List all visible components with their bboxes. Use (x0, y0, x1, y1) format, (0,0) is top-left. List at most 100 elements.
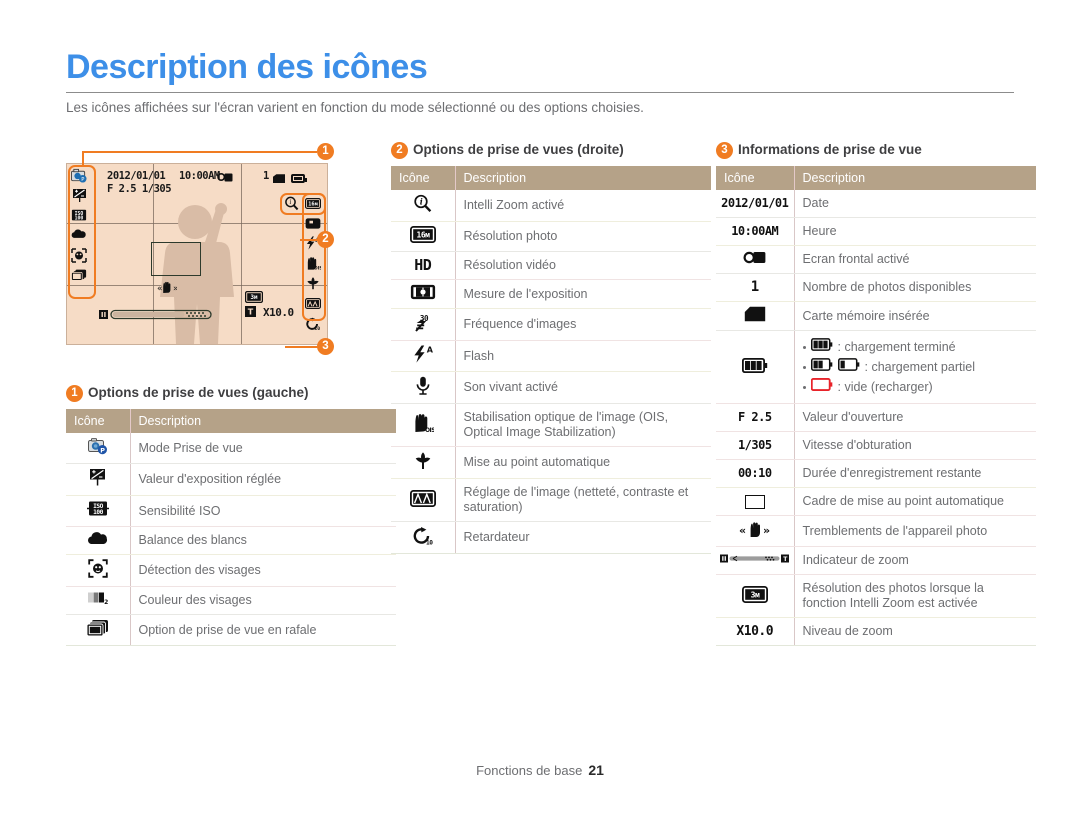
table-row: 10:00AM Heure (716, 217, 1036, 246)
row-description: Résolution vidéo (454, 251, 711, 280)
intelli-zoom-icon: i (391, 190, 455, 222)
table-shooting-options-left: Icône Description P Mode Prise de vue Va… (66, 409, 396, 646)
callout-badge-1: 1 (317, 143, 334, 160)
ois-icon: OIS (305, 256, 321, 271)
page-title: Description des icônes (66, 48, 428, 86)
front-display-icon (716, 245, 794, 274)
row-description: Son vivant activé (454, 371, 711, 404)
zoom-indicator-icon: T (716, 546, 794, 575)
memory-card-icon (273, 170, 285, 188)
battery-full-icon (810, 337, 833, 357)
svg-text:P: P (81, 177, 84, 183)
shutter-speed-text: 1/305 (716, 431, 794, 460)
intro-paragraph: Les icônes affichées sur l'écran varient… (66, 100, 644, 115)
lcd-tele-icon: T (245, 304, 256, 322)
macro-af-icon (391, 446, 455, 479)
intelli-zoom-res-icon: 3м (716, 574, 794, 618)
lcd-shot-count-text: 1 (263, 170, 269, 182)
iso-icon: ISO 100 (66, 495, 130, 527)
table-header-row: Icône Description (66, 409, 396, 433)
row-description: Flash (454, 340, 711, 372)
row-description: Retardateur (454, 521, 711, 554)
page-footer: Fonctions de base 21 (0, 762, 1080, 778)
row-description: Heure (793, 217, 1036, 246)
table-row: 3м Résolution des photos lorsque la fonc… (716, 574, 1036, 618)
lcd-right-top-icons: i 16м (283, 196, 321, 210)
row-description: Mode Prise de vue (129, 433, 396, 464)
column-header-description: Description (793, 166, 1036, 190)
table-row: 1 Nombre de photos disponibles (716, 273, 1036, 302)
battery-icon (291, 170, 307, 188)
row-description: Date (793, 190, 1036, 218)
svg-text:»: » (173, 284, 177, 294)
section-right-title-text: Informations de prise de vue (738, 142, 922, 158)
table-row: i Intelli Zoom activé (391, 190, 711, 222)
table-row: 10 Retardateur (391, 521, 711, 554)
face-detection-icon (71, 247, 87, 263)
bullet-dot (802, 365, 806, 369)
section-shooting-information: 3 Informations de prise de vue Icône Desc… (716, 142, 1036, 646)
column-header-icon: Icône (716, 166, 794, 190)
ois-icon: OIS (391, 403, 455, 447)
row-description-bullets: : chargement terminé : chargement partie… (793, 330, 1036, 404)
table-row: Détection des visages (66, 554, 396, 587)
row-description: Indicateur de zoom (793, 546, 1036, 575)
row-description: Cadre de mise au point automatique (793, 487, 1036, 516)
table-row: X10.0 Niveau de zoom (716, 617, 1036, 646)
svg-text:OIS: OIS (314, 265, 321, 270)
row-description: Option de prise de vue en rafale (129, 614, 396, 646)
svg-text:T: T (248, 308, 254, 317)
list-item: : vide (recharger) (802, 377, 1029, 397)
table-row: Réglage de l'image (netteté, contraste e… (391, 478, 711, 522)
table-shooting-information: Icône Description 2012/01/01 Date 10:00A… (716, 166, 1036, 646)
timer-icon: 10 (391, 521, 455, 554)
image-adjust-icon (305, 296, 321, 310)
svg-text:100: 100 (75, 215, 84, 221)
row-description: Résolution photo (454, 221, 711, 252)
image-adjust-icon (391, 478, 455, 522)
column-header-description: Description (129, 409, 396, 433)
table-row: Mesure de l'exposition (391, 279, 711, 309)
zoom-indicator-icon (99, 307, 223, 325)
table-row: Balance des blancs (66, 526, 396, 555)
footer-label: Fonctions de base (476, 763, 583, 778)
table-row: Son vivant activé (391, 371, 711, 404)
table-row: 16м Résolution photo (391, 221, 711, 252)
intelli-zoom-res-label: 3м (750, 590, 759, 599)
live-sound-icon (391, 371, 455, 404)
callout-line-1-stem (82, 151, 84, 165)
section-middle-badge: 2 (391, 142, 408, 159)
battery-empty-icon (810, 377, 833, 397)
camera-shake-icon: «» (155, 280, 179, 299)
video-resolution-icon: HD (391, 251, 455, 280)
table-row: 2 Couleur des visages (66, 586, 396, 615)
bullet-dot (802, 385, 806, 389)
lcd-left-icon-column: P ISO 100 (71, 168, 87, 282)
battery-full-label: : chargement terminé (837, 340, 956, 354)
svg-text:2: 2 (104, 599, 108, 606)
row-description: Nombre de photos disponibles (793, 273, 1036, 302)
camera-lcd-illustration: 2012/01/01 10:00AM F 2.5 1/305 1 P ISO 10… (66, 163, 328, 345)
record-time-text: 00:10 (716, 459, 794, 488)
svg-text:16м: 16м (308, 201, 317, 207)
table-row: 00:10 Durée d'enregistrement restante (716, 459, 1036, 488)
column-header-icon: Icône (66, 409, 130, 433)
row-description: Mesure de l'exposition (454, 279, 711, 309)
aperture-text: F 2.5 (716, 403, 794, 432)
metering-icon (391, 279, 455, 309)
white-balance-icon (71, 228, 87, 242)
svg-text:i: i (420, 196, 423, 206)
callout-line-1 (82, 151, 317, 153)
zoom-level-text: X10.0 (716, 617, 794, 646)
svg-text:3м: 3м (251, 295, 258, 301)
lcd-date-text: 2012/01/01 (107, 170, 166, 182)
svg-text:«: « (739, 524, 746, 537)
callout-line-2 (300, 239, 318, 241)
lcd-screen: 2012/01/01 10:00AM F 2.5 1/305 1 P ISO 10… (66, 163, 328, 345)
row-description: Vitesse d'obturation (793, 431, 1036, 460)
af-frame-icon (151, 242, 201, 276)
battery-icon (716, 330, 794, 404)
title-divider (66, 92, 1014, 93)
table-row: Option de prise de vue en rafale (66, 614, 396, 646)
svg-text:10: 10 (426, 539, 433, 545)
